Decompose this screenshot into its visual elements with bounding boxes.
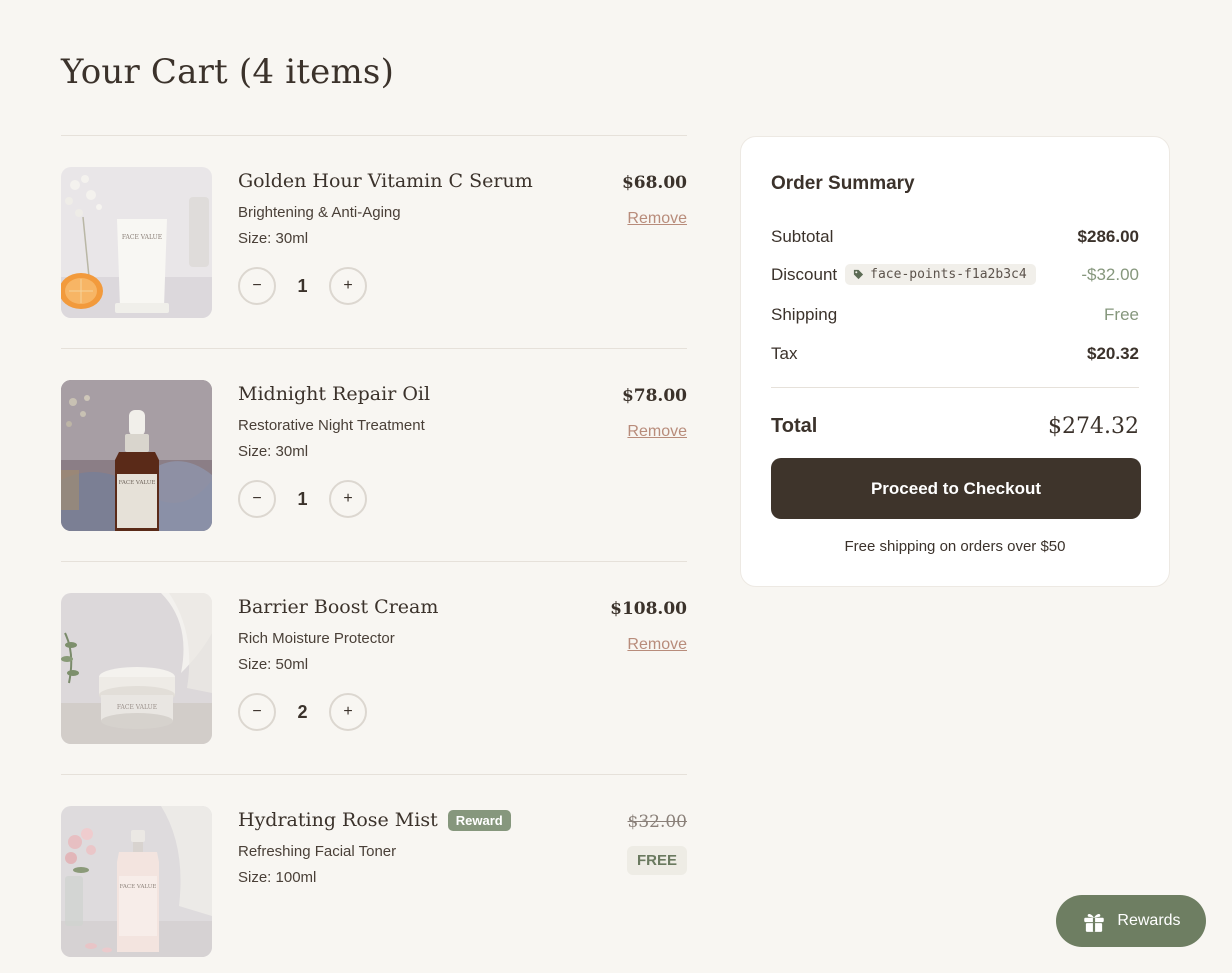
proceed-to-checkout-button[interactable]: Proceed to Checkout (771, 458, 1141, 519)
cream-jar-image: FACE VALUE (61, 593, 212, 744)
product-image[interactable]: FACE VALUE (61, 593, 212, 744)
product-size: Size: 30ml (238, 443, 309, 460)
shipping-row: Shipping Free (771, 305, 1139, 325)
increment-button[interactable]: + (329, 480, 367, 518)
product-subtitle: Refreshing Facial Toner (238, 843, 397, 860)
mist-bottle-image: FACE VALUE (61, 806, 212, 957)
subtotal-value: $286.00 (1077, 227, 1139, 246)
free-shipping-note: Free shipping on orders over $50 (844, 538, 1066, 555)
product-image[interactable]: FACE VALUE (61, 380, 212, 531)
product-image[interactable]: FACE VALUE (61, 806, 212, 957)
product-size: Size: 50ml (238, 656, 309, 673)
subtotal-row: Subtotal $286.00 (771, 227, 1139, 247)
product-name-text: Golden Hour Vitamin C Serum (238, 170, 533, 192)
discount-row: Discount face-points-f1a2b3c4 -$32.00 (771, 264, 1139, 285)
total-label: Total (771, 415, 818, 437)
product-subtitle: Restorative Night Treatment (238, 417, 425, 434)
decrement-button[interactable]: − (238, 480, 276, 518)
product-image-brand: FACE VALUE (119, 480, 156, 486)
total-value: $274.32 (1048, 414, 1139, 439)
item-price: $108.00 (610, 599, 687, 619)
order-summary: Order Summary Subtotal $286.00 Discount … (740, 136, 1170, 587)
quantity-value: 1 (297, 488, 308, 509)
discount-code: face-points-f1a2b3c4 (870, 267, 1027, 282)
product-size: Size: 100ml (238, 869, 317, 886)
cart-item: FACE VALUE Golden Hour Vitamin C Serum B… (61, 135, 687, 348)
shipping-label: Shipping (771, 305, 838, 324)
product-size: Size: 30ml (238, 230, 309, 247)
summary-title: Order Summary (771, 173, 915, 194)
quantity-stepper: − 1 + (238, 267, 367, 305)
quantity-stepper: − 2 + (238, 693, 367, 731)
product-name-text: Barrier Boost Cream (238, 596, 439, 618)
remove-link[interactable]: Remove (627, 210, 687, 228)
summary-divider (771, 387, 1139, 388)
total-row: Total $274.32 (771, 414, 1139, 439)
free-badge: FREE (626, 846, 687, 875)
discount-value: -$32.00 (1081, 264, 1139, 284)
tax-row: Tax $20.32 (771, 344, 1139, 364)
quantity-value: 2 (297, 701, 308, 722)
discount-left: Discount face-points-f1a2b3c4 (771, 264, 1036, 285)
cart-item: FACE VALUE Hydrating Rose Mist Reward Re… (61, 774, 687, 973)
rewards-button[interactable]: Rewards (1056, 895, 1206, 947)
quantity-value: 1 (297, 275, 308, 296)
product-subtitle: Rich Moisture Protector (238, 630, 395, 647)
subtotal-label: Subtotal (771, 227, 834, 246)
tag-icon (854, 269, 864, 280)
page-title: Your Cart (4 items) (61, 52, 395, 92)
rewards-label: Rewards (1117, 912, 1181, 929)
remove-link[interactable]: Remove (627, 636, 687, 654)
decrement-button[interactable]: − (238, 693, 276, 731)
product-name-text: Midnight Repair Oil (238, 383, 431, 405)
tax-label: Tax (771, 344, 798, 363)
product-image[interactable]: FACE VALUE (61, 167, 212, 318)
cart-item: FACE VALUE Barrier Boost Cream Rich Mois… (61, 561, 687, 774)
tax-value: $20.32 (1087, 344, 1139, 363)
serum-tube-image: FACE VALUE (61, 167, 212, 318)
product-name[interactable]: Golden Hour Vitamin C Serum (238, 170, 533, 192)
increment-button[interactable]: + (329, 267, 367, 305)
cart-list: FACE VALUE Golden Hour Vitamin C Serum B… (61, 135, 687, 973)
product-image-brand: FACE VALUE (117, 704, 157, 711)
item-price: $68.00 (621, 173, 687, 193)
product-name-text: Hydrating Rose Mist (238, 809, 438, 831)
shipping-value: Free (1104, 305, 1139, 324)
remove-link[interactable]: Remove (627, 423, 687, 441)
original-price: $32.00 (627, 812, 687, 832)
quantity-stepper: − 1 + (238, 480, 367, 518)
product-name[interactable]: Midnight Repair Oil (238, 383, 430, 405)
product-name[interactable]: Hydrating Rose Mist Reward (238, 809, 511, 831)
increment-button[interactable]: + (329, 693, 367, 731)
decrement-button[interactable]: − (238, 267, 276, 305)
item-price: $78.00 (621, 386, 687, 406)
product-image-brand: FACE VALUE (122, 234, 162, 241)
product-name[interactable]: Barrier Boost Cream (238, 596, 438, 618)
discount-code-chip: face-points-f1a2b3c4 (845, 264, 1036, 285)
reward-badge: Reward (447, 809, 511, 831)
product-image-brand: FACE VALUE (120, 884, 157, 890)
oil-bottle-image: FACE VALUE (61, 380, 212, 531)
gift-icon (1084, 913, 1105, 932)
product-subtitle: Brightening & Anti-Aging (238, 204, 401, 221)
discount-label: Discount (771, 264, 838, 284)
cart-item: FACE VALUE Midnight Repair Oil Restorati… (61, 348, 687, 561)
